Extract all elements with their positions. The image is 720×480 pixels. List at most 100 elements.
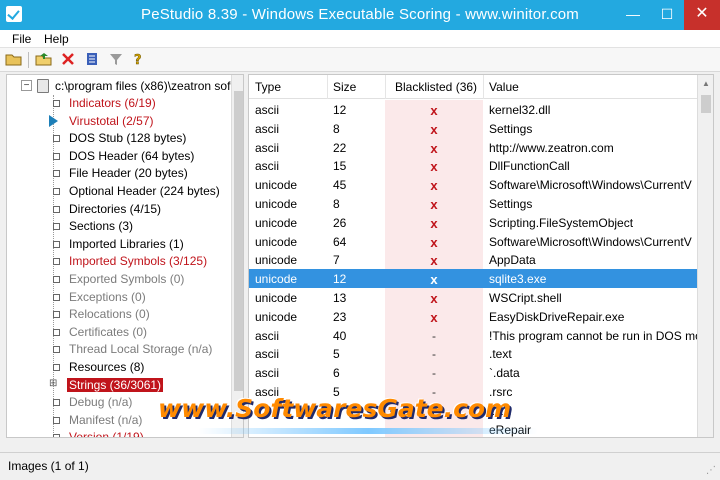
cell-size: 26 <box>333 215 347 230</box>
table-row[interactable]: unicode 7 x AppData <box>249 250 697 270</box>
tree-item-label: Certificates (0) <box>69 324 148 339</box>
blacklisted-mark-icon: x <box>430 121 438 137</box>
table-row[interactable]: unicode 12 x sqlite3.exe <box>249 269 697 289</box>
table-row[interactable]: ascii 8 x Settings <box>249 118 697 138</box>
cell-value: Settings <box>489 197 533 211</box>
column-header-size[interactable]: Size <box>333 80 356 94</box>
cell-value: Software\Microsoft\Windows\CurrentV <box>489 234 692 249</box>
tree-node-icon <box>53 346 60 354</box>
cell-type: unicode <box>255 309 298 324</box>
table-row[interactable]: ascii 22 x http://www.zeatron.com <box>249 137 697 157</box>
help-icon[interactable]: ? <box>128 51 148 69</box>
tree-pane: − c:\program files (x86)\zeatron sof Ind… <box>6 74 244 438</box>
tree-scrollbar[interactable] <box>231 75 243 437</box>
tree-item-label: Version (1/19) <box>69 430 144 438</box>
cell-value: EasyDiskDriveRepair.exe <box>489 309 625 324</box>
resize-grip-icon[interactable]: ⋰ <box>706 465 716 476</box>
expand-icon[interactable]: ⊞ <box>49 378 57 389</box>
blacklisted-mark-icon: x <box>430 309 438 325</box>
cell-blacklisted: - <box>432 366 436 381</box>
watermark-text: www.SoftwaresGate.com <box>158 394 512 423</box>
table-row[interactable]: unicode 26 x Scripting.FileSystemObject <box>249 212 697 232</box>
tree-node-icon <box>53 293 60 301</box>
table-row[interactable]: unicode 45 x Software\Microsoft\Windows\Cur… <box>249 175 697 195</box>
tree-node-icon <box>53 258 60 266</box>
cell-size: 13 <box>333 291 347 305</box>
cell-size: 15 <box>333 159 347 174</box>
filter-icon[interactable] <box>106 51 126 69</box>
table-row[interactable]: unicode 13 x WSCript.shell <box>249 288 697 307</box>
cell-value: .text <box>489 347 512 362</box>
column-header-blacklisted[interactable]: Blacklisted (36) <box>395 80 477 94</box>
cell-size: 12 <box>333 272 347 287</box>
tree-item-label: Exceptions (0) <box>69 289 146 304</box>
cell-size: 12 <box>333 103 347 117</box>
cell-type: ascii <box>255 140 280 155</box>
tree-scrollbar-thumb[interactable] <box>234 91 243 391</box>
tree-item-label: Relocations (0) <box>69 307 150 322</box>
open-icon[interactable] <box>34 51 54 69</box>
cell-size: 6 <box>333 366 340 381</box>
cell-type: unicode <box>255 253 298 268</box>
tree-item-label: Manifest (n/a) <box>69 412 143 427</box>
cell-size: 8 <box>333 121 340 136</box>
collapse-icon[interactable]: − <box>21 80 32 91</box>
table-header: Type Size Blacklisted (36) Value <box>249 75 697 99</box>
tree-item-label: Directories (4/15) <box>69 201 162 216</box>
close-file-icon[interactable] <box>58 51 78 69</box>
table-row[interactable]: ascii 6 - `.data <box>249 363 697 383</box>
cell-size: 5 <box>333 347 340 362</box>
cell-value: WSCript.shell <box>489 291 562 305</box>
table-row[interactable]: ascii 40 - !This program cannot be run in D… <box>249 325 697 345</box>
table-row[interactable]: ascii 15 x DllFunctionCall <box>249 156 697 176</box>
tree-node-icon <box>53 152 60 160</box>
tree-item-label: Virustotal (2/57) <box>69 113 154 128</box>
minimize-button[interactable]: — <box>616 0 650 30</box>
cell-value: `.data <box>489 366 520 381</box>
tree-item-label: File Header (20 bytes) <box>69 166 188 181</box>
tree-item-label: Indicators (6/19) <box>69 96 156 110</box>
table-row[interactable]: ascii 12 x kernel32.dll <box>249 100 697 119</box>
cell-type: ascii <box>255 121 280 136</box>
table-row[interactable]: unicode 64 x Software\Microsoft\Windows\Cur… <box>249 231 697 251</box>
table-scrollbar[interactable]: ▲ <box>697 75 713 437</box>
close-button[interactable]: ✕ <box>684 0 720 30</box>
tree-node-icon <box>53 328 60 336</box>
blacklisted-mark-icon: x <box>430 291 438 306</box>
table-scrollbar-thumb[interactable] <box>701 95 711 113</box>
open-folder-icon[interactable] <box>4 51 24 69</box>
cell-type: ascii <box>255 347 280 362</box>
toolbar: ? <box>0 48 720 72</box>
menu-file[interactable]: File <box>12 32 31 46</box>
tree-item-label: Optional Header (224 bytes) <box>69 184 220 198</box>
cell-type: ascii <box>255 103 280 117</box>
cell-type: ascii <box>255 159 280 174</box>
tree-item-label: Exported Symbols (0) <box>69 272 185 286</box>
tree-item-label: Thread Local Storage (n/a) <box>69 342 213 357</box>
cell-value: kernel32.dll <box>489 103 551 117</box>
maximize-button[interactable]: ☐ <box>650 0 684 30</box>
tree-item-label: DOS Stub (128 bytes) <box>69 131 187 146</box>
cell-size: 8 <box>333 197 340 211</box>
table-row[interactable]: unicode 23 x EasyDiskDriveRepair.exe <box>249 306 697 326</box>
notes-icon[interactable] <box>82 51 102 69</box>
cell-value: http://www.zeatron.com <box>489 140 614 155</box>
column-header-type[interactable]: Type <box>255 80 281 94</box>
table-row[interactable]: ascii 5 - .text <box>249 344 697 364</box>
cell-size: 7 <box>333 253 340 268</box>
blacklisted-mark-icon: x <box>430 272 438 288</box>
table-row[interactable]: unicode 8 x Settings <box>249 194 697 213</box>
cell-size: 23 <box>333 309 347 324</box>
cell-value: Software\Microsoft\Windows\CurrentV <box>489 178 692 193</box>
scroll-up-icon[interactable]: ▲ <box>702 79 710 88</box>
cell-value: Settings <box>489 121 533 136</box>
cell-size: 22 <box>333 140 347 155</box>
blacklisted-mark-icon: x <box>430 103 438 118</box>
column-header-value[interactable]: Value <box>489 80 519 94</box>
tree-item-label: Resources (8) <box>69 360 145 374</box>
tree-item-label: Strings (36/3061) <box>67 377 164 392</box>
blacklisted-mark-icon: x <box>430 197 438 212</box>
menu-help[interactable]: Help <box>44 32 69 46</box>
menu-bar: File Help <box>0 30 720 48</box>
cell-type: unicode <box>255 178 298 193</box>
